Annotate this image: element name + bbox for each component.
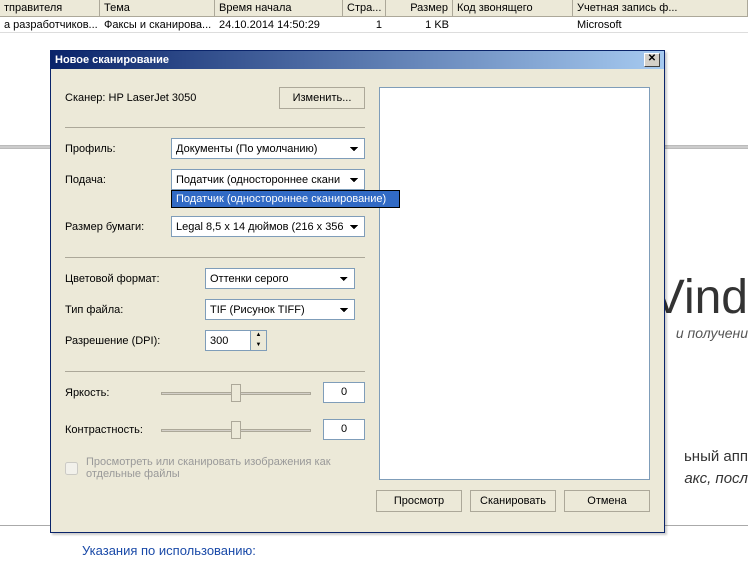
close-button[interactable]: ✕ xyxy=(644,53,660,67)
scanner-label: Сканер: HP LaserJet 3050 xyxy=(65,92,267,104)
preview-pane xyxy=(379,87,650,480)
feed-label: Подача: xyxy=(65,174,171,186)
cell: а разработчиков... xyxy=(0,17,100,32)
contrast-label: Контрастность: xyxy=(65,424,161,436)
colorformat-label: Цветовой формат: xyxy=(65,273,205,285)
dpi-label: Разрешение (DPI): xyxy=(65,335,205,347)
watermark-text: Vind xyxy=(653,270,748,325)
watermark-subtext: и получени xyxy=(676,325,748,341)
filetype-select[interactable]: TIF (Рисунок TIFF) xyxy=(205,299,355,320)
cell xyxy=(453,17,573,32)
papersize-label: Размер бумаги: xyxy=(65,221,171,233)
bg-text: акс, посл xyxy=(684,470,748,487)
new-scan-dialog: Новое сканирование ✕ Сканер: HP LaserJet… xyxy=(50,50,665,533)
divider xyxy=(65,257,365,258)
dialog-title: Новое сканирование xyxy=(55,54,169,66)
preview-button[interactable]: Просмотр xyxy=(376,490,462,512)
contrast-slider[interactable] xyxy=(161,421,311,439)
spinner-arrows[interactable]: ▲ ▼ xyxy=(250,331,266,350)
cell: 1 xyxy=(343,17,386,32)
table-header-row: тправителя Тема Время начала Стра... Раз… xyxy=(0,0,748,17)
change-scanner-button[interactable]: Изменить... xyxy=(279,87,365,109)
brightness-label: Яркость: xyxy=(65,387,161,399)
table-row[interactable]: а разработчиков... Факсы и сканирова... … xyxy=(0,17,748,33)
papersize-select[interactable]: Legal 8,5 x 14 дюймов (216 x 356 м xyxy=(171,216,365,237)
cell: 1 KB xyxy=(386,17,453,32)
col-header[interactable]: Время начала xyxy=(215,0,343,16)
dpi-spinner[interactable]: ▲ ▼ xyxy=(205,330,267,351)
slider-thumb[interactable] xyxy=(231,421,241,439)
col-header[interactable]: тправителя xyxy=(0,0,100,16)
profile-select[interactable]: Документы (По умолчанию) xyxy=(171,138,365,159)
separate-files-checkbox xyxy=(65,457,78,480)
profile-label: Профиль: xyxy=(65,143,171,155)
cell: Факсы и сканирова... xyxy=(100,17,215,32)
divider xyxy=(65,371,365,372)
cell: 24.10.2014 14:50:29 xyxy=(215,17,343,32)
titlebar[interactable]: Новое сканирование ✕ xyxy=(51,51,664,69)
chevron-down-icon[interactable]: ▼ xyxy=(251,341,266,351)
dpi-input[interactable] xyxy=(206,331,250,350)
separate-files-label: Просмотреть или сканировать изображения … xyxy=(86,456,365,480)
bg-text: ьный апп xyxy=(684,448,748,465)
help-link[interactable]: Указания по использованию: xyxy=(82,543,256,558)
col-header[interactable]: Учетная запись ф... xyxy=(573,0,748,16)
col-header[interactable]: Размер xyxy=(386,0,453,16)
divider xyxy=(65,127,365,128)
slider-thumb[interactable] xyxy=(231,384,241,402)
filetype-label: Тип файла: xyxy=(65,304,205,316)
cell: Microsoft xyxy=(573,17,748,32)
chevron-up-icon[interactable]: ▲ xyxy=(251,331,266,341)
col-header[interactable]: Код звонящего xyxy=(453,0,573,16)
colorformat-select[interactable]: Оттенки серого xyxy=(205,268,355,289)
col-header[interactable]: Стра... xyxy=(343,0,386,16)
contrast-value[interactable]: 0 xyxy=(323,419,365,440)
brightness-slider[interactable] xyxy=(161,384,311,402)
background-table: тправителя Тема Время начала Стра... Раз… xyxy=(0,0,748,33)
cancel-button[interactable]: Отмена xyxy=(564,490,650,512)
feed-select[interactable]: Податчик (одностороннее скани xyxy=(171,169,365,190)
scan-button[interactable]: Сканировать xyxy=(470,490,556,512)
feed-dropdown-option[interactable]: Податчик (одностороннее сканирование) xyxy=(171,190,400,208)
col-header[interactable]: Тема xyxy=(100,0,215,16)
brightness-value[interactable]: 0 xyxy=(323,382,365,403)
